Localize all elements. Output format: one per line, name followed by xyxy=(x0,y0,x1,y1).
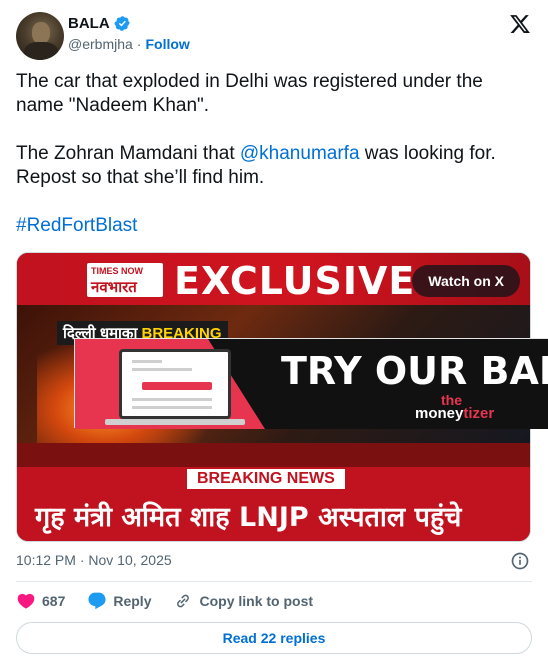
ad-banner[interactable]: TRY OUR BAN the moneytizer xyxy=(74,338,548,429)
reply-button[interactable]: Reply xyxy=(87,591,151,611)
tweet-line-1: The car that exploded in Delhi was regis… xyxy=(16,71,483,116)
follow-button[interactable]: Follow xyxy=(145,36,189,52)
reply-bubble-icon xyxy=(88,592,106,610)
link-icon xyxy=(177,594,190,608)
handle[interactable]: @erbmjha xyxy=(68,36,133,52)
copy-link-button[interactable]: Copy link to post xyxy=(173,591,313,611)
watch-on-x-button[interactable]: Watch on X xyxy=(412,265,520,297)
mention-link[interactable]: @khanumarfa xyxy=(240,143,360,164)
laptop-illustration xyxy=(119,349,231,419)
author-name-row: BALA xyxy=(68,15,131,32)
copy-link-label: Copy link to post xyxy=(199,593,314,609)
tweet-text: The car that exploded in Delhi was regis… xyxy=(16,70,532,238)
avatar[interactable] xyxy=(16,12,64,60)
divider xyxy=(16,581,532,582)
tweet-line-2: The Zohran Mamdani that @khanumarfa was … xyxy=(16,143,496,188)
ad-brand-logo: the moneytizer xyxy=(415,392,495,422)
ticker-ribbon xyxy=(17,443,530,467)
ad-title: TRY OUR BAN xyxy=(281,349,548,393)
action-bar: 687 Reply Copy link to post xyxy=(16,591,335,611)
breaking-news-label: BREAKING NEWS xyxy=(187,469,345,489)
display-name[interactable]: BALA xyxy=(68,15,110,32)
like-count: 687 xyxy=(42,593,66,609)
hashtag-link[interactable]: #RedFortBlast xyxy=(16,215,137,236)
exclusive-banner: EXCLUSIVE xyxy=(174,259,416,303)
tweet-card: BALA @erbmjha · Follow The car that expl… xyxy=(0,0,548,670)
handle-row: @erbmjha · Follow xyxy=(68,36,190,52)
read-replies-button[interactable]: Read 22 replies xyxy=(16,622,532,654)
verified-badge-icon xyxy=(114,16,130,31)
reply-label: Reply xyxy=(113,593,152,609)
info-icon[interactable] xyxy=(510,551,530,571)
channel-logo: TIMES NOW नवभारत xyxy=(87,263,163,297)
separator: · xyxy=(136,36,142,52)
post-timestamp[interactable]: 10:12 PM · Nov 10, 2025 xyxy=(16,552,172,568)
heart-icon xyxy=(17,593,35,609)
x-logo-icon[interactable] xyxy=(509,13,531,35)
like-button[interactable]: 687 xyxy=(16,591,65,611)
news-headline: गृह मंत्री अमित शाह LNJP अस्पताल पहुंचे xyxy=(35,502,462,533)
